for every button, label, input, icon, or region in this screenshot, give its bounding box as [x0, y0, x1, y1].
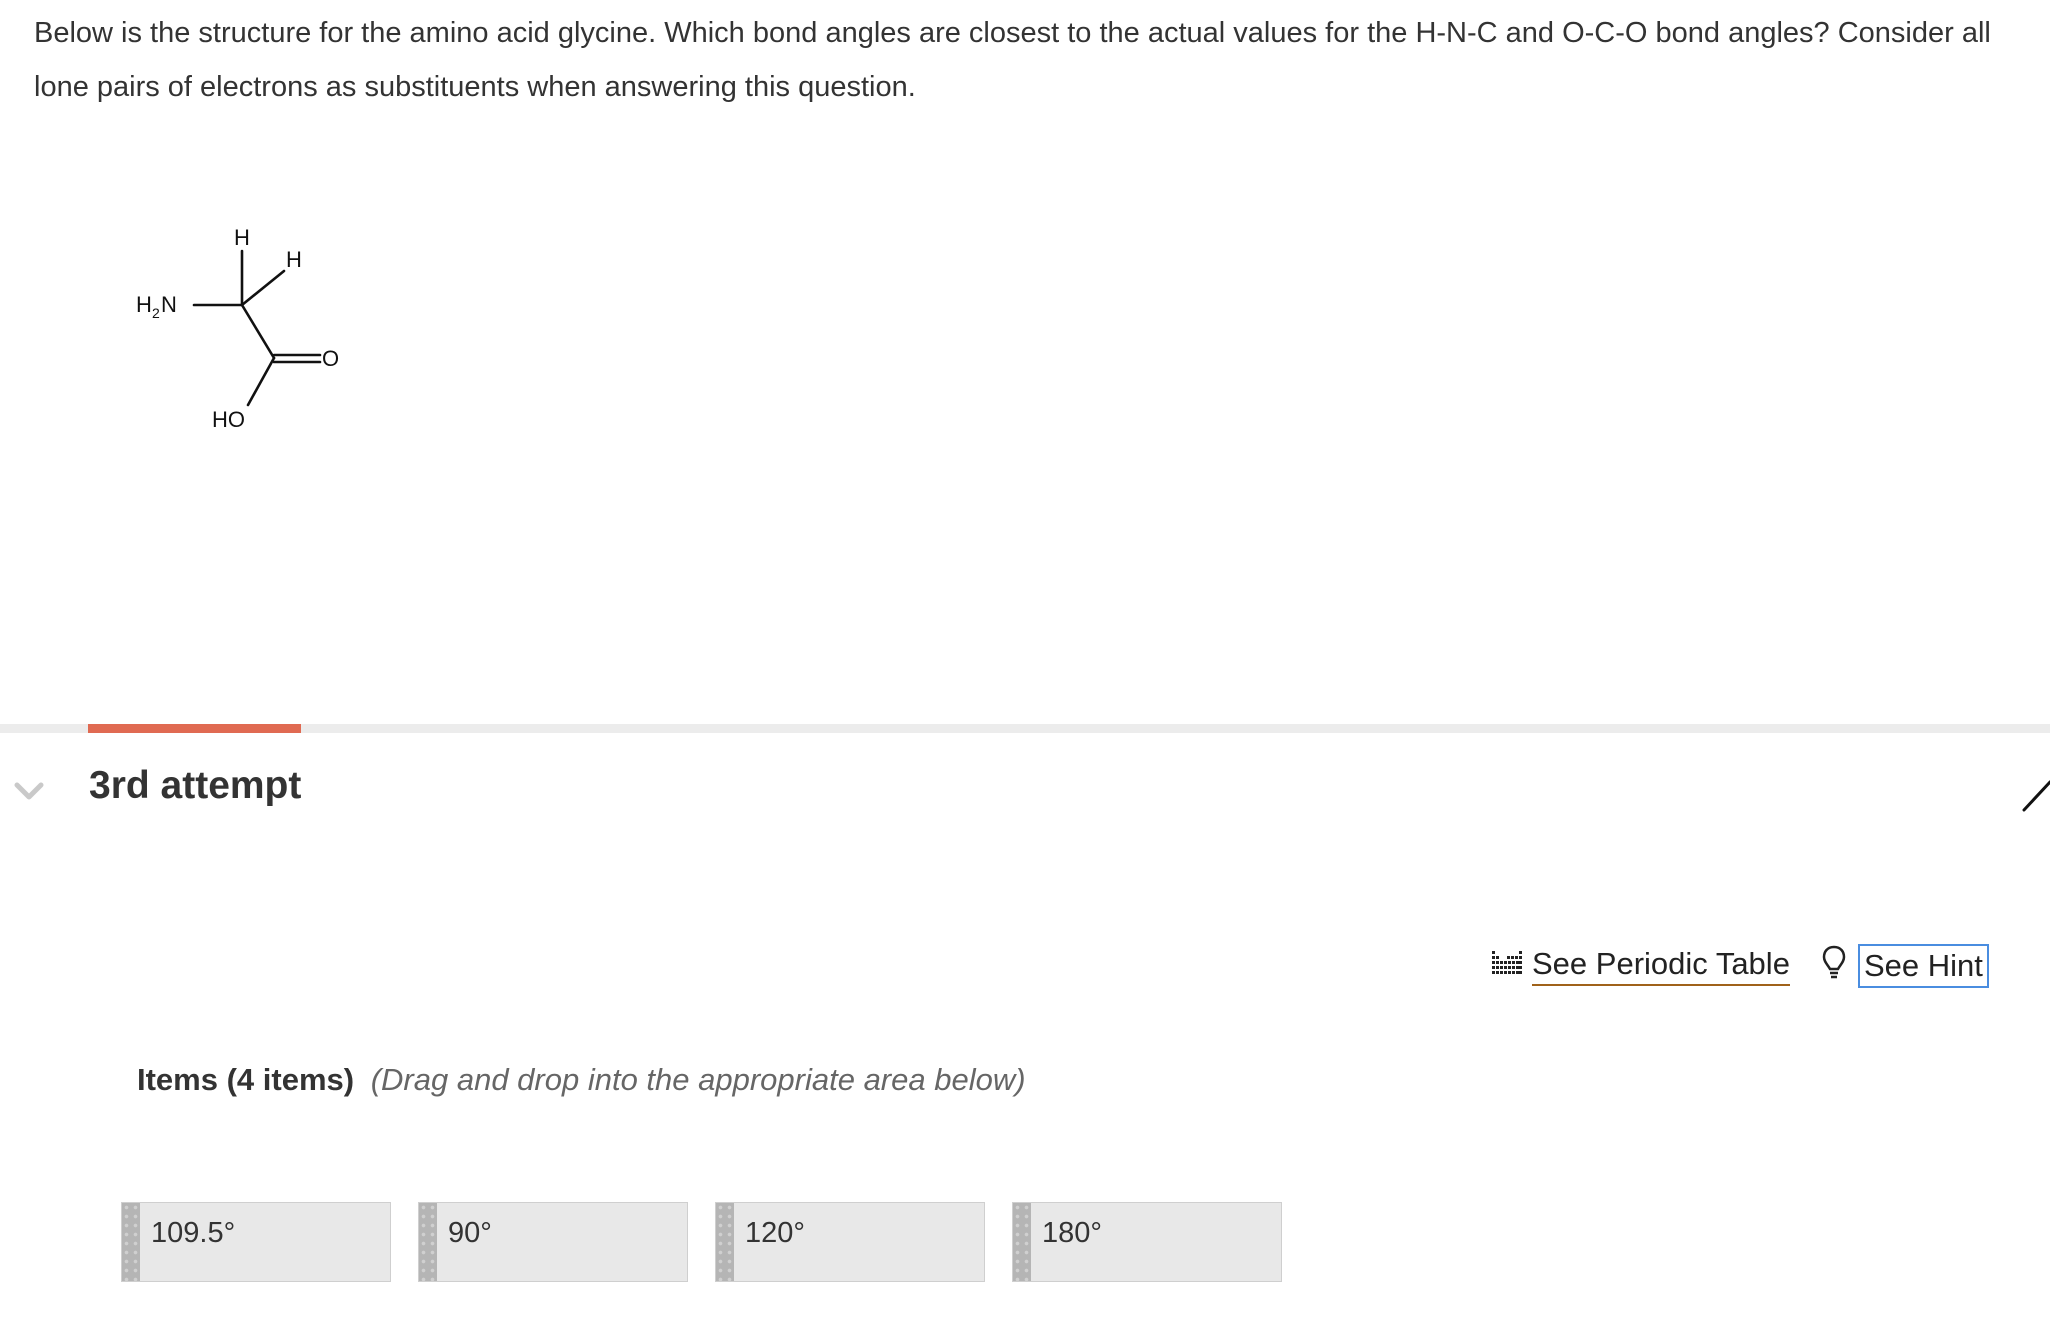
drag-item-label: 109.5° — [151, 1217, 236, 1249]
drag-handle-icon[interactable] — [716, 1203, 734, 1281]
see-periodic-table-label: See Periodic Table — [1532, 946, 1790, 986]
drag-item-180[interactable]: 180° — [1012, 1202, 1282, 1282]
drag-handle-icon[interactable] — [122, 1203, 140, 1281]
atom-label-carbonyl-o: O — [322, 346, 339, 371]
section-divider — [0, 724, 2050, 733]
attempt-title: 3rd attempt — [89, 764, 302, 807]
atom-label-hydroxyl: HO — [212, 407, 245, 432]
drag-item-label: 90° — [448, 1217, 492, 1249]
drag-item-120[interactable]: 120° — [715, 1202, 985, 1282]
periodic-table-icon — [1490, 947, 1524, 985]
drag-item-109-5[interactable]: 109.5° — [121, 1202, 391, 1282]
atom-label-amine-subscript: 2 — [152, 305, 160, 321]
atom-label-amine-h: H — [136, 292, 152, 317]
drag-item-label: 180° — [1042, 1217, 1102, 1249]
see-hint-label: See Hint — [1858, 944, 1989, 988]
drag-item-90[interactable]: 90° — [418, 1202, 688, 1282]
drag-handle-icon[interactable] — [419, 1203, 437, 1281]
see-hint-button[interactable]: See Hint — [1822, 940, 1989, 992]
drag-handle-icon[interactable] — [1013, 1203, 1031, 1281]
items-heading: Items (4 items) (Drag and drop into the … — [137, 1055, 1026, 1105]
items-instruction: (Drag and drop into the appropriate area… — [370, 1062, 1026, 1097]
attempt-progress-bar — [88, 724, 301, 733]
drag-item-label: 120° — [745, 1217, 805, 1249]
atom-label-h-right: H — [286, 247, 302, 272]
atom-label-amine-n: N — [161, 292, 177, 317]
lightbulb-icon — [1822, 944, 1846, 988]
pencil-icon[interactable] — [2022, 772, 2050, 812]
chevron-down-icon[interactable] — [12, 776, 46, 804]
atom-label-h-top: H — [234, 225, 250, 250]
question-text: Below is the structure for the amino aci… — [34, 17, 1991, 103]
see-periodic-table-link[interactable]: See Periodic Table — [1490, 940, 1790, 992]
items-count-label: Items (4 items) — [137, 1062, 355, 1097]
glycine-structure: H H H 2 N O HO — [120, 215, 380, 445]
